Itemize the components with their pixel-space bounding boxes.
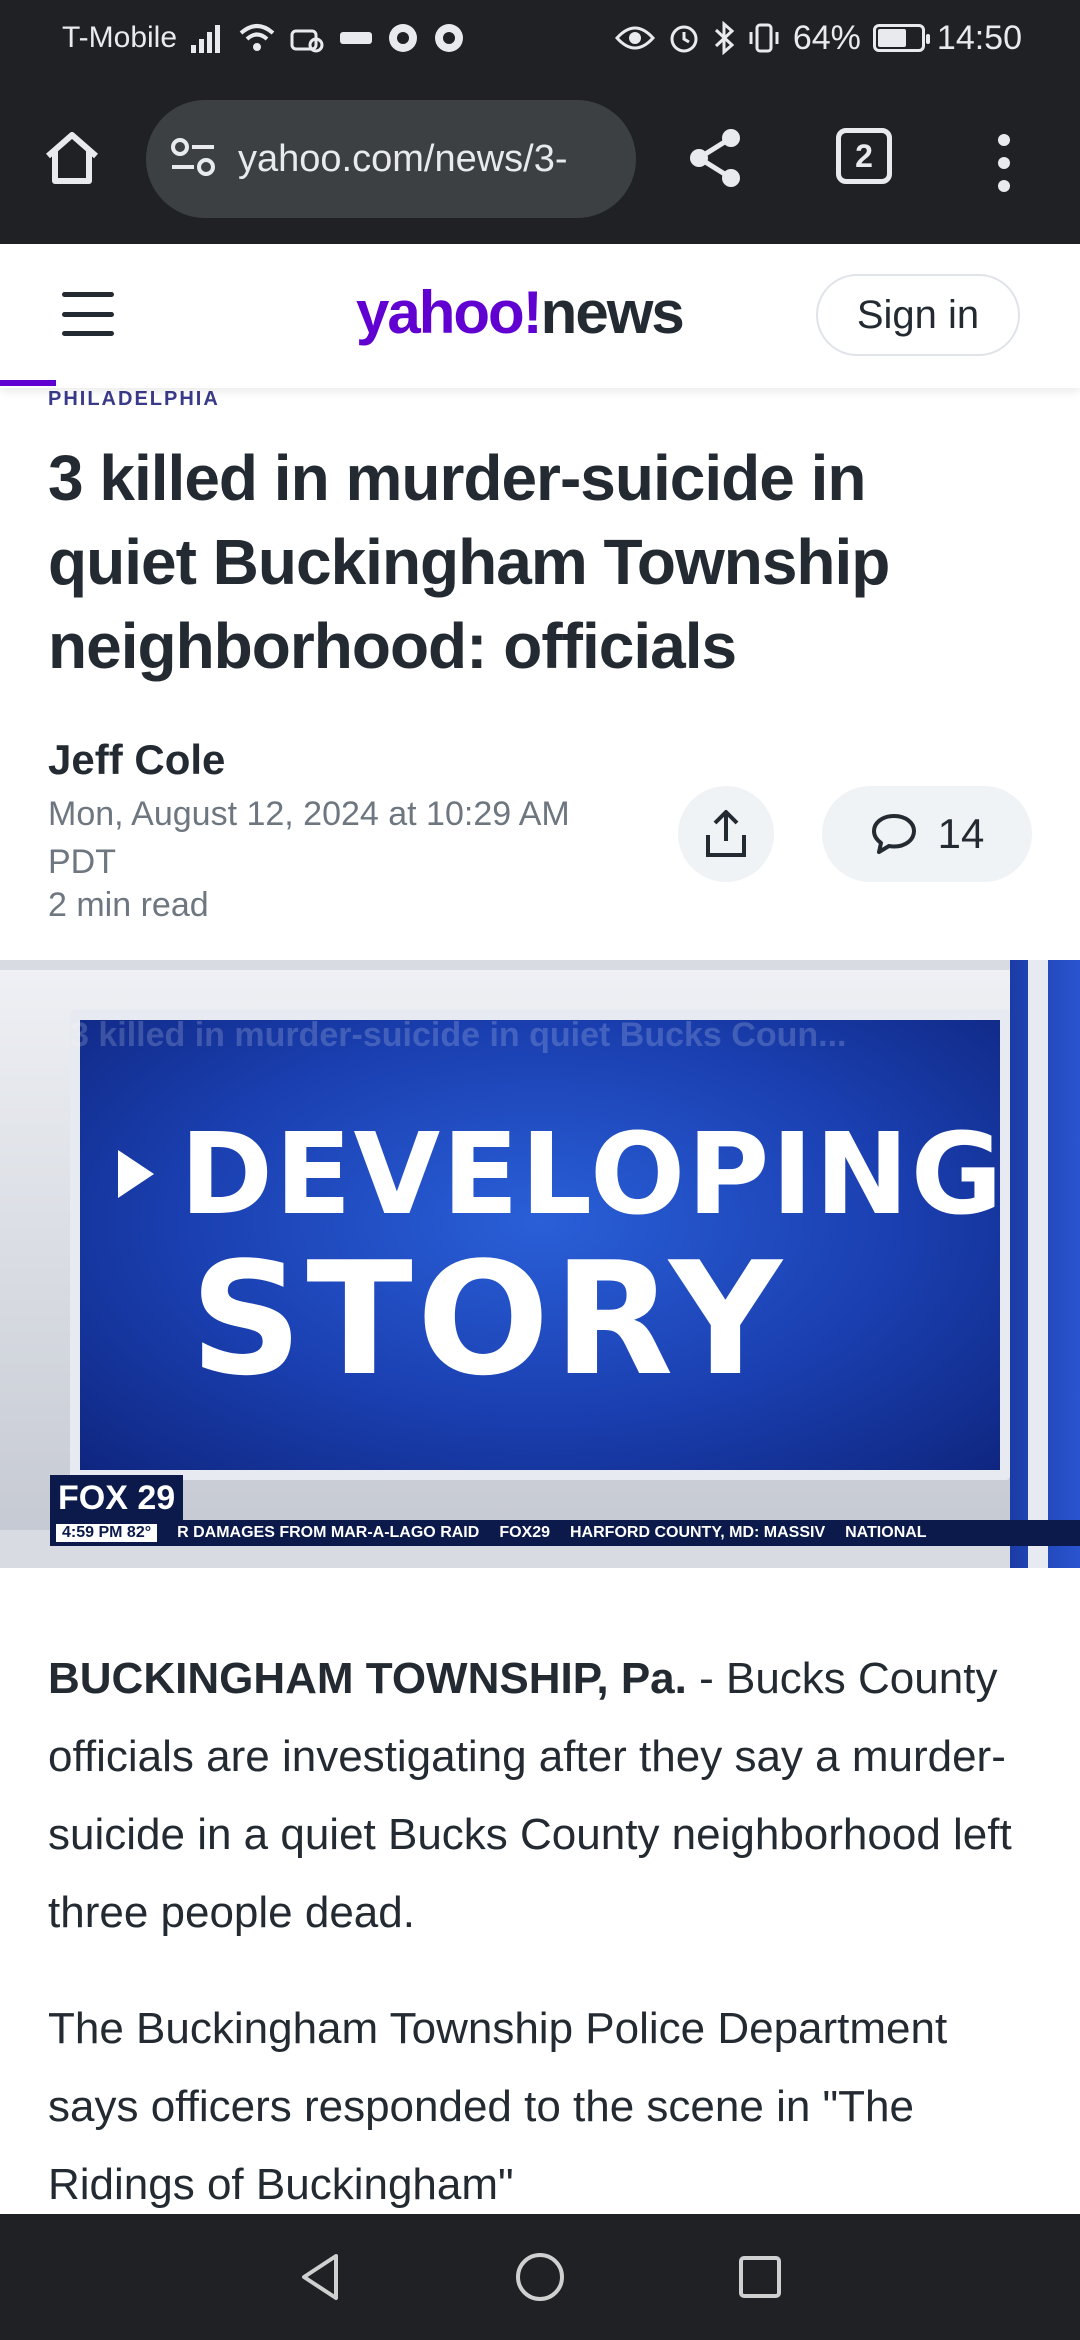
dateline: BUCKINGHAM TOWNSHIP, Pa.: [48, 1654, 687, 1703]
eye-icon: [614, 18, 655, 58]
status-bar: T-Mobile 64% 14:50: [0, 0, 1080, 78]
recents-button[interactable]: [730, 2247, 790, 2307]
system-navigation-bar: [0, 2214, 1080, 2340]
banner-developing: DEVELOPING: [180, 1110, 1005, 1240]
channel-logo: FOX 29: [50, 1475, 184, 1522]
carrier-label: T-Mobile: [62, 21, 178, 54]
video-overlay-title: 3 killed in murder-suicide in quiet Buck…: [70, 1016, 847, 1054]
yahoo-news-logo[interactable]: yahoo! news: [356, 278, 685, 347]
chrome-icon-2: [433, 18, 465, 58]
battery-percent: 64%: [792, 18, 861, 57]
status-left: T-Mobile: [62, 18, 465, 58]
battery-fill: [877, 29, 907, 47]
hamburger-line: [62, 311, 114, 317]
wifi-icon: [239, 18, 275, 58]
author-name[interactable]: Jeff Cole: [48, 736, 225, 784]
comments-button[interactable]: 14: [822, 786, 1032, 882]
news-ticker: 4:59 PM 82° R DAMAGES FROM MAR-A-LAGO RA…: [50, 1520, 1080, 1546]
comment-count: 14: [937, 810, 985, 857]
url-bar[interactable]: yahoo.com/news/3-: [146, 100, 636, 218]
ticker-text: R DAMAGES FROM MAR-A-LAGO RAID: [177, 1524, 480, 1541]
source-logo[interactable]: PHILADELPHIA: [48, 376, 220, 411]
clock: 14:50: [936, 18, 1022, 57]
site-settings-icon[interactable]: [170, 137, 216, 182]
site-header: yahoo! news Sign in: [0, 244, 1080, 388]
article-body: BUCKINGHAM TOWNSHIP, Pa. - Bucks County …: [48, 1640, 1038, 2262]
recents-square-icon: [739, 2256, 781, 2298]
ticker-text: HARFORD COUNTY, MD: MASSIV: [570, 1524, 826, 1541]
vibrate-icon: [747, 18, 781, 58]
article-headline: 3 killed in murder-suicide in quiet Buck…: [48, 442, 890, 682]
browser-toolbar: yahoo.com/news/3- 2: [0, 78, 1080, 244]
home-nav-button[interactable]: [510, 2247, 570, 2307]
read-time: 2 min read: [48, 886, 209, 924]
logo-yahoo: yahoo!: [356, 279, 543, 346]
logo-news: news: [540, 279, 685, 346]
battery-icon: [872, 24, 930, 52]
back-button[interactable]: [290, 2247, 350, 2307]
share-icon: [690, 129, 740, 187]
article-video-thumbnail[interactable]: 3 killed in murder-suicide in quiet Buck…: [0, 960, 1080, 1568]
notification-icon: [289, 18, 325, 58]
sign-in-button[interactable]: Sign in: [816, 274, 1020, 356]
url-text[interactable]: yahoo.com/news/3-: [238, 138, 568, 181]
reading-progress-bar: [0, 380, 56, 386]
studio-rail: [1010, 960, 1080, 1568]
hamburger-menu-icon[interactable]: [62, 292, 114, 336]
chrome-icon: [387, 18, 419, 58]
play-arrow-icon: [118, 1150, 154, 1198]
publish-date: Mon, August 12, 2024 at 10:29 AM PDT: [48, 795, 570, 881]
home-button[interactable]: [36, 118, 108, 198]
hamburger-line: [62, 292, 114, 297]
ticker-channel: FOX29: [499, 1524, 550, 1541]
article-paragraph: BUCKINGHAM TOWNSHIP, Pa. - Bucks County …: [48, 1640, 1038, 1952]
status-right: 64% 14:50: [614, 18, 1022, 58]
bluetooth-icon: [713, 18, 735, 58]
ticker-time: 4:59 PM 82°: [56, 1524, 158, 1542]
ticker-tag: NATIONAL: [845, 1524, 927, 1541]
menu-dot: [998, 134, 1010, 146]
tab-switcher-button[interactable]: 2: [836, 128, 892, 184]
app-notification-icon: [339, 18, 373, 58]
menu-dot: [998, 180, 1010, 192]
overflow-menu-button[interactable]: [984, 128, 1024, 198]
home-icon: [46, 132, 98, 184]
back-triangle-icon: [302, 2254, 338, 2300]
signal-icon: [191, 18, 225, 58]
menu-dot: [998, 157, 1010, 169]
browser-share-button[interactable]: [680, 118, 750, 198]
banner-story: STORY: [190, 1228, 786, 1410]
article-share-button[interactable]: [678, 786, 774, 882]
upload-share-icon: [706, 810, 746, 857]
hamburger-line: [62, 331, 114, 336]
article-paragraph: The Buckingham Township Police Departmen…: [48, 2004, 948, 2209]
comment-bubble-icon: [871, 814, 916, 854]
home-circle-icon: [516, 2253, 564, 2301]
alarm-icon: [667, 18, 701, 58]
